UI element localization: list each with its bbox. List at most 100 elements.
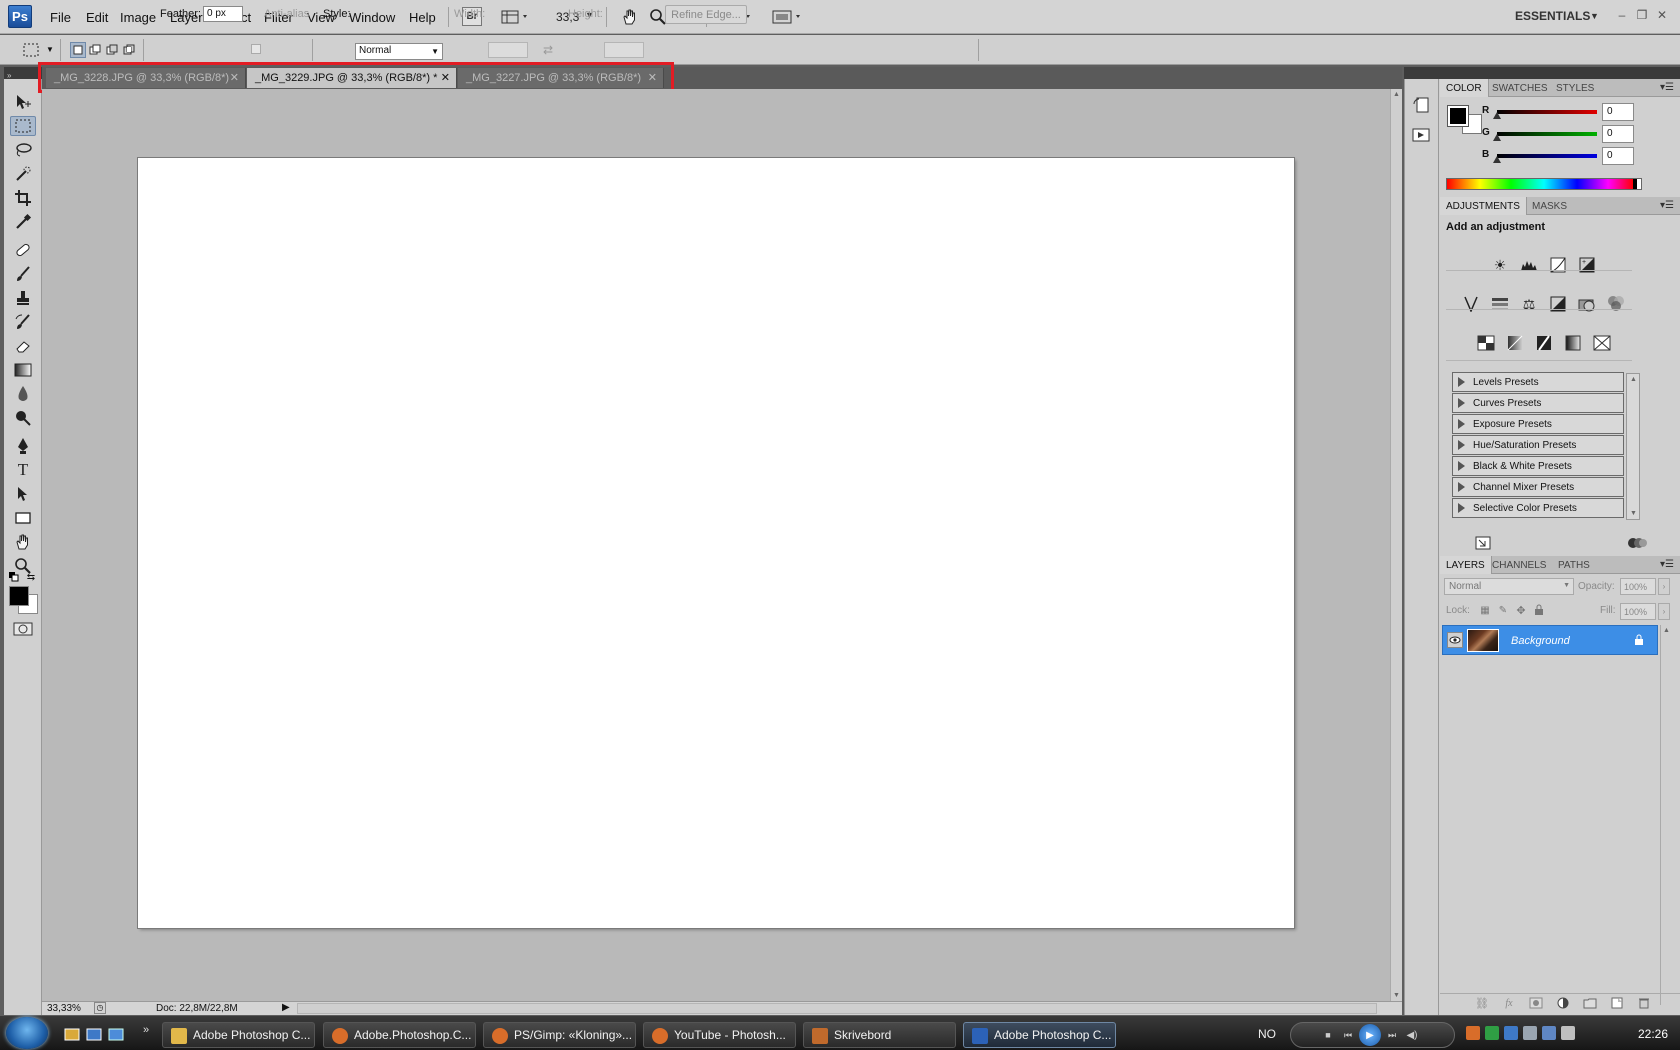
- panel-menu-icon[interactable]: ▾☰: [1660, 559, 1674, 570]
- menu-file[interactable]: File: [50, 10, 71, 25]
- add-to-selection-button[interactable]: [87, 42, 103, 58]
- new-selection-button[interactable]: [70, 42, 86, 58]
- channel-mixer-icon[interactable]: [1604, 293, 1628, 315]
- minimize-icon[interactable]: –: [1614, 7, 1630, 23]
- history-brush-tool-icon[interactable]: [10, 312, 36, 332]
- panel-menu-icon[interactable]: ▾☰: [1660, 200, 1674, 211]
- tab-masks[interactable]: MASKS: [1526, 197, 1573, 215]
- lock-position-icon[interactable]: ✥: [1514, 603, 1528, 617]
- eyedropper-tool-icon[interactable]: [10, 212, 36, 232]
- tab-color[interactable]: COLOR: [1440, 79, 1489, 97]
- panel-dock-header[interactable]: [1438, 67, 1680, 79]
- menu-window[interactable]: Window: [349, 10, 395, 25]
- hue-saturation-icon[interactable]: [1488, 293, 1512, 315]
- new-layer-icon[interactable]: [1608, 996, 1626, 1010]
- tab-adjustments[interactable]: ADJUSTMENTS: [1440, 197, 1527, 215]
- channel-g-handle-icon[interactable]: [1493, 134, 1501, 141]
- taskbar-clock[interactable]: 22:26: [1638, 1027, 1668, 1041]
- preset-item[interactable]: Levels Presets: [1452, 372, 1624, 392]
- play-icon[interactable]: ▶: [1359, 1024, 1381, 1046]
- language-indicator[interactable]: NO: [1258, 1027, 1276, 1041]
- path-selection-tool-icon[interactable]: [10, 484, 36, 504]
- adjustment-options-icon[interactable]: [1626, 536, 1648, 550]
- workspace-dropdown-icon[interactable]: ▼: [1590, 11, 1599, 21]
- close-icon[interactable]: ✕: [1654, 7, 1670, 23]
- tab-layers[interactable]: LAYERS: [1440, 556, 1492, 574]
- channel-b-slider[interactable]: [1497, 154, 1597, 158]
- style-select[interactable]: Normal ▼: [355, 43, 443, 60]
- menu-image[interactable]: Image: [120, 10, 156, 25]
- fill-arrow-icon[interactable]: ›: [1658, 603, 1670, 620]
- preset-item[interactable]: Black & White Presets: [1452, 456, 1624, 476]
- pen-tool-icon[interactable]: [10, 436, 36, 456]
- gradient-tool-icon[interactable]: [10, 360, 36, 380]
- tab-channels[interactable]: CHANNELS: [1486, 556, 1552, 574]
- lock-all-icon[interactable]: [1532, 603, 1546, 617]
- channel-g-value[interactable]: 0: [1602, 125, 1634, 143]
- start-button[interactable]: [6, 1017, 48, 1049]
- threshold-icon[interactable]: [1532, 332, 1556, 354]
- taskbar-button[interactable]: PS/Gimp: «Kloning»...: [483, 1022, 636, 1048]
- tab-swatches[interactable]: SWATCHES: [1486, 79, 1554, 97]
- previous-icon[interactable]: ⏮: [1341, 1028, 1355, 1042]
- tools-panel-header[interactable]: »: [4, 67, 42, 80]
- preset-dropdown-icon[interactable]: ▼: [46, 45, 54, 54]
- layer-row[interactable]: Background: [1442, 625, 1658, 655]
- menu-help[interactable]: Help: [409, 10, 436, 25]
- foreground-color-swatch[interactable]: [9, 586, 29, 606]
- show-desktop-icon[interactable]: [63, 1026, 81, 1044]
- opacity-arrow-icon[interactable]: ›: [1658, 578, 1670, 595]
- add-mask-icon[interactable]: [1527, 996, 1545, 1010]
- screen-mode-button[interactable]: [770, 5, 806, 29]
- new-adjustment-layer-icon[interactable]: [1554, 996, 1572, 1010]
- type-tool-icon[interactable]: T: [10, 460, 36, 480]
- volume-icon[interactable]: ◀): [1405, 1028, 1419, 1042]
- photo-filter-icon[interactable]: [1575, 293, 1599, 315]
- quick-mask-icon[interactable]: [12, 621, 34, 637]
- rectangle-tool-icon[interactable]: [10, 508, 36, 528]
- scroll-up-icon[interactable]: ▲: [1393, 91, 1400, 98]
- tray-network-icon[interactable]: [1504, 1026, 1518, 1040]
- taskbar-button[interactable]: Adobe.Photoshop.C...: [323, 1022, 476, 1048]
- switch-windows-icon[interactable]: [85, 1026, 103, 1044]
- preset-item[interactable]: Exposure Presets: [1452, 414, 1624, 434]
- dodge-tool-icon[interactable]: [10, 408, 36, 428]
- exposure-icon[interactable]: +: [1575, 254, 1599, 276]
- vibrance-icon[interactable]: [1459, 293, 1483, 315]
- subtract-from-selection-button[interactable]: [104, 42, 120, 58]
- delete-layer-icon[interactable]: [1635, 996, 1653, 1010]
- tray-display-icon[interactable]: [1523, 1026, 1537, 1040]
- refine-edge-button[interactable]: Refine Edge...: [665, 5, 747, 24]
- return-to-list-icon[interactable]: [1474, 536, 1492, 550]
- scroll-down-icon[interactable]: ▼: [1393, 992, 1400, 999]
- workspace-switcher[interactable]: ESSENTIALS: [1515, 9, 1590, 23]
- gradient-map-icon[interactable]: [1561, 332, 1585, 354]
- brush-tool-icon[interactable]: [10, 264, 36, 284]
- document-canvas[interactable]: [138, 158, 1294, 928]
- default-colors-icon[interactable]: [9, 572, 19, 582]
- levels-icon[interactable]: [1517, 254, 1541, 276]
- next-icon[interactable]: ⏭: [1385, 1028, 1399, 1042]
- tray-monitor-icon[interactable]: [1542, 1026, 1556, 1040]
- actions-panel-icon[interactable]: [1410, 125, 1432, 145]
- tray-security-icon[interactable]: [1485, 1026, 1499, 1040]
- restore-icon[interactable]: ❐: [1634, 7, 1650, 23]
- feather-input[interactable]: 0 px: [203, 6, 243, 22]
- link-layers-icon[interactable]: ⛓: [1473, 996, 1491, 1010]
- channel-r-handle-icon[interactable]: [1493, 112, 1501, 119]
- quicklaunch-app-icon[interactable]: [107, 1026, 125, 1044]
- brightness-contrast-icon[interactable]: ☀: [1488, 254, 1512, 276]
- tab-styles[interactable]: STYLES: [1550, 79, 1600, 97]
- color-panel-foreground-swatch[interactable]: [1447, 105, 1469, 127]
- status-menu-arrow-icon[interactable]: ▶: [282, 1002, 290, 1013]
- panel-menu-icon[interactable]: ▾☰: [1660, 82, 1674, 93]
- view-extras-button[interactable]: [498, 5, 534, 29]
- height-input[interactable]: [604, 42, 644, 58]
- layers-scrollbar[interactable]: ▲: [1660, 625, 1672, 1005]
- channel-g-slider[interactable]: [1497, 132, 1597, 136]
- invert-icon[interactable]: [1474, 332, 1498, 354]
- curves-icon[interactable]: [1546, 254, 1570, 276]
- status-zoom[interactable]: 33,33%: [47, 1003, 81, 1014]
- taskbar-button[interactable]: Skrivebord: [803, 1022, 956, 1048]
- rectangular-marquee-tool-icon[interactable]: [10, 116, 36, 136]
